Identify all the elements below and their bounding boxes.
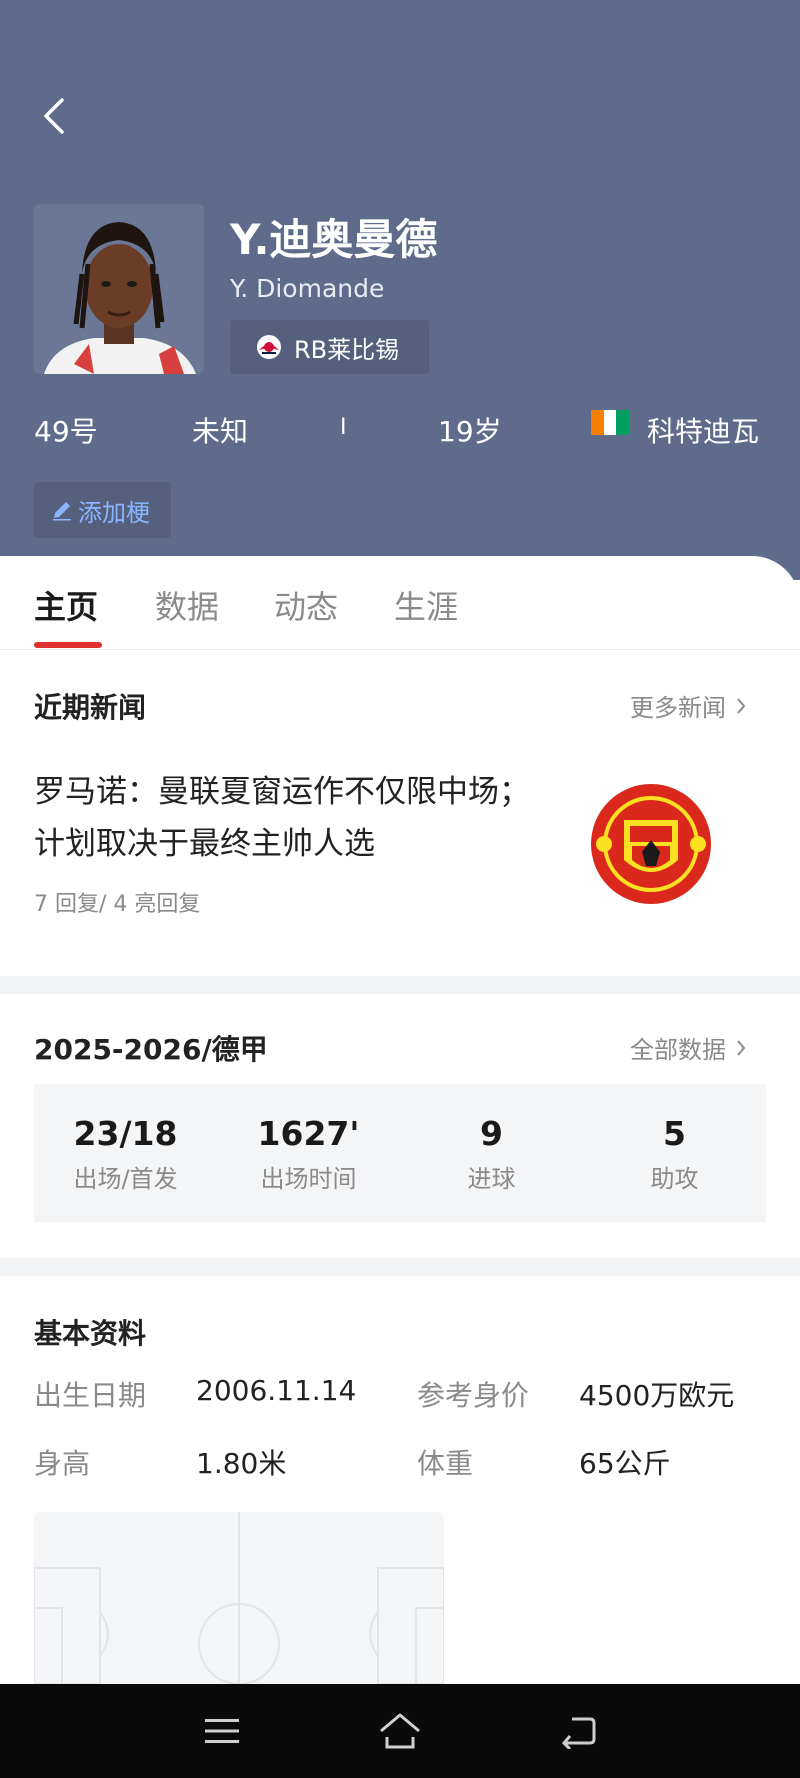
- system-nav-bar: [0, 1684, 800, 1778]
- stat-separator: I: [340, 415, 347, 440]
- player-avatar: [34, 204, 204, 374]
- season-stats-box: 23/18 出场/首发 1627' 出场时间 9 进球 5 助攻: [34, 1084, 766, 1222]
- chevron-right-icon: [737, 697, 746, 714]
- menu-button[interactable]: [192, 1706, 252, 1756]
- stat-label: 助攻: [650, 1165, 699, 1193]
- stat-label: 出场时间: [260, 1165, 357, 1193]
- home-button[interactable]: [370, 1706, 430, 1756]
- height-value: 1.80米: [196, 1447, 287, 1480]
- more-news-link[interactable]: 更多新闻: [630, 688, 746, 723]
- stat-minutes: 1627' 出场时间: [217, 1084, 400, 1222]
- all-data-link[interactable]: 全部数据: [630, 1030, 746, 1065]
- player-position: 未知: [192, 415, 249, 448]
- stat-assists: 5 助攻: [583, 1084, 766, 1222]
- stat-value: 1627': [257, 1114, 360, 1153]
- basic-info-title: 基本资料: [34, 1317, 147, 1350]
- market-value-value: 4500万欧元: [579, 1379, 735, 1412]
- back-button[interactable]: [36, 92, 72, 140]
- chevron-right-icon: [737, 1039, 746, 1056]
- stat-label: 进球: [467, 1165, 516, 1193]
- stat-value: 5: [663, 1114, 686, 1153]
- add-tag-label: 添加梗: [78, 498, 150, 527]
- season-section-title: 2025-2026/德甲: [34, 1033, 268, 1066]
- tab-career[interactable]: 生涯: [394, 582, 458, 628]
- height-key: 身高: [34, 1447, 91, 1480]
- weight-value: 65公斤: [579, 1447, 671, 1480]
- section-gap: [0, 976, 800, 994]
- news-section-title: 近期新闻: [34, 691, 147, 724]
- all-data-label: 全部数据: [630, 1036, 726, 1064]
- position-pitch: [34, 1512, 444, 1684]
- player-name-cn: Y.迪奥曼德: [230, 215, 438, 264]
- club-name: RB莱比锡: [294, 335, 400, 364]
- weight-key: 体重: [417, 1447, 474, 1480]
- section-gap: [0, 1258, 800, 1276]
- more-news-label: 更多新闻: [630, 694, 726, 722]
- stat-value: 9: [480, 1114, 503, 1153]
- tab-data[interactable]: 数据: [155, 582, 219, 628]
- player-header: Y.迪奥曼德 Y. Diomande RB莱比锡 49号 未知 I 19岁 科特…: [0, 0, 800, 580]
- tab-bar: 主页 数据 动态 生涯: [0, 556, 800, 650]
- player-nationality: 科特迪瓦: [647, 415, 760, 448]
- news-item-title[interactable]: 罗马诺：曼联夏窗运作不仅限中场；计划取决于最终主帅人选: [34, 766, 534, 870]
- rb-leipzig-logo-icon: [257, 335, 281, 359]
- chevron-left-icon: [44, 98, 64, 134]
- club-chip[interactable]: RB莱比锡: [230, 320, 429, 374]
- birthdate-value: 2006.11.14: [196, 1374, 357, 1407]
- stat-appearances: 23/18 出场/首发: [34, 1084, 217, 1222]
- tab-activity[interactable]: 动态: [274, 582, 338, 628]
- tab-divider: [0, 649, 800, 650]
- shirt-number: 49号: [34, 415, 98, 448]
- home-icon: [380, 1713, 420, 1749]
- birthdate-key: 出生日期: [34, 1379, 147, 1412]
- back-icon: [561, 1717, 596, 1749]
- menu-icon: [205, 1719, 239, 1743]
- tab-home[interactable]: 主页: [34, 582, 98, 628]
- stat-label: 出场/首发: [73, 1165, 178, 1193]
- active-tab-indicator: [34, 642, 102, 648]
- stat-goals: 9 进球: [400, 1084, 583, 1222]
- pencil-icon: [53, 502, 71, 521]
- add-tag-button[interactable]: 添加梗: [34, 482, 171, 538]
- market-value-key: 参考身价: [417, 1379, 530, 1412]
- ivory-coast-flag-icon: [591, 410, 630, 435]
- manchester-united-crest-icon[interactable]: [584, 780, 718, 908]
- player-age: 19岁: [438, 415, 502, 448]
- player-name-en: Y. Diomande: [230, 274, 385, 303]
- back-nav-button[interactable]: [548, 1706, 608, 1756]
- news-item-meta: 7 回复/ 4 亮回复: [34, 892, 201, 917]
- stat-value: 23/18: [73, 1114, 178, 1153]
